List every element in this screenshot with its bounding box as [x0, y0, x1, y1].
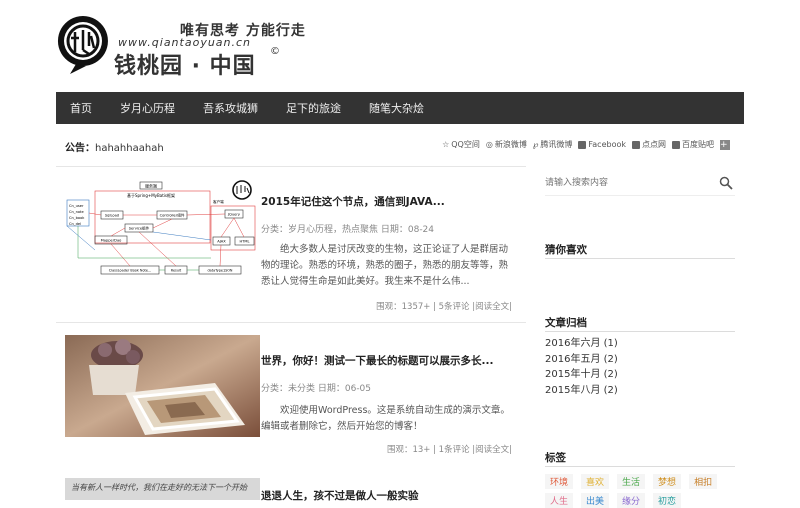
share-tencent-weibo[interactable]: ℘ 腾讯微博 — [533, 139, 573, 150]
tag-link[interactable]: 梦想 — [653, 474, 682, 489]
widget-divider — [545, 331, 735, 332]
main-nav: 首页 岁月心历程 吾系攻城狮 足下的旅途 随笔大杂烩 — [56, 92, 744, 124]
widget-divider — [545, 466, 735, 467]
svg-text:Cn_user: Cn_user — [69, 204, 84, 208]
tag-cloud: 环境 喜欢 生活 梦想 相扣 人生 出美 缘分 初恋 — [545, 474, 735, 508]
post-item: 世界，你好！测试一下最长的标题可以展示多长... 分类：未分类 日期：06-05… — [65, 335, 520, 465]
tag-link[interactable]: 环境 — [545, 474, 574, 489]
svg-text:Cn_del: Cn_del — [69, 222, 81, 226]
post-excerpt: 欢迎使用WordPress。这是系统自动生成的演示文章。编辑或者删除它，然后开始… — [261, 405, 510, 432]
archive-link[interactable]: 2015年十月 (2) — [545, 367, 618, 383]
svg-text:服务端: 服务端 — [145, 183, 157, 189]
tag-link[interactable]: 缘分 — [617, 493, 646, 508]
svg-text:SqlLoad: SqlLoad — [105, 214, 119, 218]
tag-link[interactable]: 生活 — [617, 474, 646, 489]
tencent-weibo-icon: ℘ — [532, 140, 539, 149]
post-title[interactable]: 世界，你好！测试一下最长的标题可以展示多长... — [261, 353, 493, 368]
content-divider — [56, 166, 526, 167]
widget-divider — [545, 258, 735, 259]
sidebar — [545, 170, 735, 196]
nav-item-travel[interactable]: 足下的旅途 — [272, 100, 355, 116]
post-title[interactable]: 退退人生，孩不过是做人一般实验 — [261, 488, 419, 503]
diandian-icon — [632, 140, 640, 149]
svg-text:ClassLoader Book Note...: ClassLoader Book Note... — [109, 269, 151, 273]
svg-text:Cn_book: Cn_book — [69, 216, 85, 220]
weibo-icon: ◎ — [485, 140, 493, 149]
copyright-mark: © — [270, 46, 280, 57]
tag-link[interactable]: 人生 — [545, 493, 574, 508]
post-thumbnail-diagram[interactable]: 服务端 基于Spring+MyBatis框架 Cn_user Cn_note C… — [65, 180, 260, 286]
tag-link[interactable]: 初恋 — [653, 493, 682, 508]
post-divider — [56, 322, 526, 323]
archive-title: 文章归档 — [545, 317, 587, 329]
share-weibo[interactable]: ◎ 新浪微博 — [486, 139, 527, 150]
site-name: 钱桃园 · 中国 — [114, 54, 256, 79]
facebook-icon — [578, 140, 587, 149]
notice-text: hahahhaahah — [95, 143, 164, 154]
svg-text:dataType:JSON: dataType:JSON — [208, 269, 233, 273]
svg-text:AJAX: AJAX — [217, 240, 226, 244]
svg-text:HTML: HTML — [239, 240, 249, 244]
star-icon: ☆ — [442, 140, 450, 149]
nav-item-engineer[interactable]: 吾系攻城狮 — [189, 100, 272, 116]
nav-item-journey[interactable]: 岁月心历程 — [106, 100, 189, 116]
tag-link[interactable]: 相扣 — [689, 474, 718, 489]
plus-icon[interactable]: + — [720, 139, 730, 150]
share-qzone[interactable]: ☆ QQ空间 — [442, 139, 480, 150]
post-meta: 分类：岁月心历程，热点聚焦 日期：08-24 — [261, 225, 435, 235]
archive-link[interactable]: 2016年五月 (2) — [545, 352, 618, 368]
tag-link[interactable]: 喜欢 — [581, 474, 610, 489]
search-input[interactable] — [545, 172, 705, 194]
post-title[interactable]: 2015年记住这个节点，通信到JAVA... — [261, 194, 445, 209]
post-thumbnail-handwriting[interactable]: 当有新人一样时代，我们在走好的无法下一个开始 — [65, 478, 260, 500]
notice-bar: 公告：hahahhaahah — [65, 139, 164, 154]
tags-title: 标签 — [545, 452, 566, 464]
notice-label: 公告： — [65, 143, 95, 154]
share-diandian[interactable]: 点点网 — [632, 139, 666, 150]
post-excerpt: 绝大多数人是讨厌改变的生物，这正论证了人是群居动物的理论。熟悉的环境，熟悉的圈子… — [261, 244, 509, 287]
post-item: 服务端 基于Spring+MyBatis框架 Cn_user Cn_note C… — [65, 180, 520, 320]
search-icon[interactable] — [719, 176, 733, 190]
archive-list: 2016年六月 (1) 2016年五月 (2) 2015年十月 (2) 2015… — [545, 336, 618, 398]
search-box — [545, 170, 735, 196]
tag-link[interactable]: 出美 — [581, 493, 610, 508]
svg-text:Result: Result — [171, 269, 182, 273]
svg-text:Service组件: Service组件 — [129, 226, 150, 231]
svg-text:Controller组件: Controller组件 — [160, 213, 185, 218]
share-links: ☆ QQ空间 ◎ 新浪微博 ℘ 腾讯微博 Facebook 点点网 百度贴吧 + — [442, 139, 730, 150]
svg-text:客户端: 客户端 — [213, 199, 224, 204]
site-logo-icon[interactable] — [56, 14, 110, 76]
nav-item-essays[interactable]: 随笔大杂烩 — [355, 100, 438, 116]
svg-text:基于Spring+MyBatis框架: 基于Spring+MyBatis框架 — [127, 192, 175, 198]
svg-text:JQuery: JQuery — [227, 213, 241, 217]
archive-link[interactable]: 2016年六月 (1) — [545, 336, 618, 352]
guess-title: 猜你喜欢 — [545, 244, 587, 256]
site-header: 唯有思考 方能行走 www.qiantaoyuan.cn 钱桃园 · 中国 © — [56, 10, 756, 80]
share-facebook[interactable]: Facebook — [578, 140, 626, 149]
nav-item-home[interactable]: 首页 — [56, 100, 106, 116]
archive-link[interactable]: 2015年八月 (2) — [545, 383, 618, 399]
tieba-icon — [672, 140, 680, 149]
post-meta: 分类：未分类 日期：06-05 — [261, 384, 372, 394]
post-stats[interactable]: 围观：13+ | 1条评论 |阅读全文| — [387, 443, 512, 455]
share-tieba[interactable]: 百度贴吧 — [672, 139, 714, 150]
post-stats[interactable]: 围观：1357+ | 5条评论 |阅读全文| — [376, 300, 512, 312]
post-item: 当有新人一样时代，我们在走好的无法下一个开始 退退人生，孩不过是做人一般实验 — [65, 478, 520, 503]
post-thumbnail-photo[interactable] — [65, 335, 260, 437]
thumb-handwriting-text: 当有新人一样时代，我们在走好的无法下一个开始 — [71, 483, 247, 492]
svg-text:Cn_note: Cn_note — [69, 210, 84, 214]
svg-text:MapperDao: MapperDao — [101, 239, 122, 243]
